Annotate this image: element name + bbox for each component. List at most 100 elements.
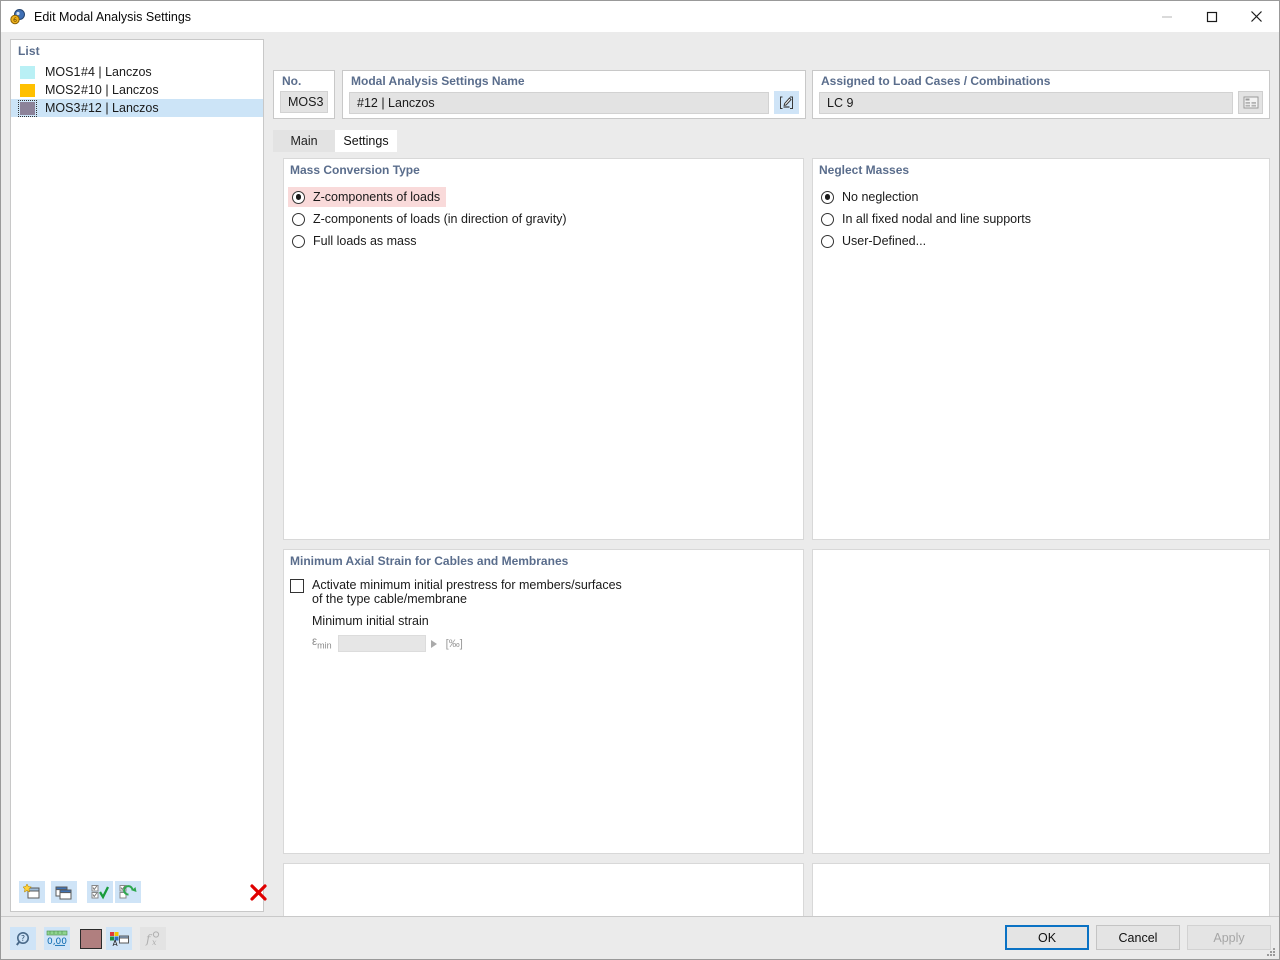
min-axial-strain-title: Minimum Axial Strain for Cables and Memb… (290, 554, 569, 568)
radio-icon (292, 234, 305, 248)
window-title: Edit Modal Analysis Settings (34, 9, 192, 24)
title-bar: 6 Edit Modal Analysis Settings (1, 1, 1279, 32)
svg-text:A: A (113, 939, 119, 947)
list-item-no: MOS1 (45, 65, 81, 79)
tab-strip: Main Settings (273, 130, 1270, 152)
tab-settings[interactable]: Settings (335, 130, 397, 152)
min-initial-strain-unit: [‰] (445, 637, 463, 650)
tab-main[interactable]: Main (273, 130, 335, 152)
empty-panel-right (812, 549, 1270, 854)
radio-z-components-of-loads[interactable]: Z-components of loads (288, 187, 447, 207)
mass-conversion-title: Mass Conversion Type (290, 163, 420, 177)
radio-icon (821, 212, 834, 226)
list-toolbar (11, 877, 267, 911)
name-input[interactable]: #12 | Lanczos (349, 91, 769, 114)
list-item-label: #4 | Lanczos (81, 65, 152, 79)
ok-button[interactable]: OK (1005, 925, 1089, 950)
list-item-selected[interactable]: MOS3 #12 | Lanczos (11, 99, 263, 117)
color-swatch (20, 65, 35, 79)
display-props-button[interactable]: A (106, 927, 132, 950)
assigned-loadcases-value: LC 9 (819, 91, 1233, 114)
decimal-places-button[interactable]: 0,00 (44, 927, 70, 950)
min-initial-strain-row: εmin [‰] (312, 635, 803, 652)
new-window-star-icon (23, 884, 40, 899)
svg-text:?: ? (21, 934, 25, 943)
expand-arrow-icon[interactable] (430, 639, 437, 648)
new-item-button[interactable] (19, 881, 45, 903)
maximize-button[interactable] (1189, 1, 1234, 32)
radio-icon (821, 234, 834, 248)
min-initial-strain-label: Minimum initial strain (312, 614, 429, 628)
list-item-no: MOS2 (45, 83, 81, 97)
radio-label: In all fixed nodal and line supports (842, 212, 1032, 226)
color-swatch-icon (80, 928, 102, 949)
name-label: Modal Analysis Settings Name (351, 74, 525, 88)
resize-grip[interactable] (1265, 946, 1275, 956)
activate-prestress-line2: of the type cable/membrane (312, 592, 467, 606)
radio-label: Z-components of loads (in direction of g… (313, 212, 567, 226)
dialog-window: 6 Edit Modal Analysis Settings List MOS1 (0, 0, 1280, 960)
delete-item-button[interactable] (245, 881, 271, 903)
name-edit-button[interactable] (774, 91, 799, 114)
list-rows: MOS1 #4 | Lanczos MOS2 #10 | Lanczos MOS… (11, 63, 263, 117)
mass-conversion-options: Z-components of loads Z-components of lo… (284, 187, 803, 251)
cancel-button[interactable]: Cancel (1096, 925, 1180, 950)
neglect-masses-options: No neglection In all fixed nodal and lin… (813, 187, 1269, 251)
radio-full-loads-as-mass[interactable]: Full loads as mass (288, 231, 423, 251)
assigned-loadcases-group: Assigned to Load Cases / Combinations LC… (812, 70, 1270, 119)
bottom-bar: ? 0,00 A f x OK Cancel Apply (1, 916, 1279, 959)
min-initial-strain-input[interactable] (337, 635, 426, 652)
color-swatch-button[interactable] (78, 927, 104, 950)
list-item-label: #12 | Lanczos (81, 101, 159, 115)
number-label: No. (282, 74, 302, 88)
close-button[interactable] (1234, 1, 1279, 32)
list-item[interactable]: MOS1 #4 | Lanczos (11, 63, 263, 81)
assigned-loadcases-select-button[interactable] (1238, 91, 1263, 114)
formula-button: f x (140, 927, 166, 950)
color-legend-icon: A (110, 931, 129, 947)
color-swatch (20, 83, 35, 97)
decimals-000-icon: 0,00 (46, 930, 68, 947)
checkbox-refresh-icon (119, 885, 137, 899)
list-item[interactable]: MOS2 #10 | Lanczos (11, 81, 263, 99)
formula-fx-icon: f x (145, 931, 160, 947)
name-group: Modal Analysis Settings Name #12 | Lancz… (342, 70, 806, 119)
epsilon-min-label: εmin (312, 636, 332, 651)
svg-text:x: x (152, 938, 157, 947)
copy-item-button[interactable] (51, 881, 77, 903)
assigned-loadcases-label: Assigned to Load Cases / Combinations (821, 74, 1051, 88)
radio-z-components-gravity[interactable]: Z-components of loads (in direction of g… (288, 209, 573, 229)
invert-selection-button[interactable] (115, 881, 141, 903)
checkbox-check-icon (91, 885, 109, 900)
copy-windows-icon (55, 886, 72, 900)
radio-fixed-nodal-line-supports[interactable]: In all fixed nodal and line supports (817, 209, 1037, 229)
radio-label: User-Defined... (842, 234, 927, 248)
magnifier-question-icon: ? (15, 931, 29, 946)
mass-conversion-panel: Mass Conversion Type Z-components of loa… (283, 158, 804, 540)
color-swatch (18, 99, 37, 117)
activate-prestress-checkbox-row[interactable]: Activate minimum initial prestress for m… (290, 578, 803, 606)
minimize-button[interactable] (1144, 1, 1189, 32)
radio-user-defined[interactable]: User-Defined... (817, 231, 932, 251)
radio-label: Full loads as mass (313, 234, 417, 248)
window-controls (1144, 1, 1279, 32)
help-search-button[interactable]: ? (10, 927, 36, 950)
number-group: No. MOS3 (273, 70, 335, 119)
neglect-masses-title: Neglect Masses (819, 163, 910, 177)
list-panel: List MOS1 #4 | Lanczos MOS2 #10 | Lanczo… (10, 39, 267, 912)
radio-icon (821, 190, 834, 204)
neglect-masses-panel: Neglect Masses No neglection In all fixe… (812, 158, 1270, 540)
min-axial-strain-panel: Minimum Axial Strain for Cables and Memb… (283, 549, 804, 854)
svg-text:6: 6 (13, 17, 17, 24)
list-header: List (18, 44, 40, 58)
number-field: MOS3 (280, 91, 328, 113)
radio-no-neglection[interactable]: No neglection (817, 187, 924, 207)
radio-icon (292, 190, 305, 204)
modal-analysis-icon: 6 (9, 8, 27, 26)
list-item-label: #10 | Lanczos (81, 83, 159, 97)
checkbox-icon[interactable] (290, 579, 304, 593)
select-all-button[interactable] (87, 881, 113, 903)
activate-prestress-line1: Activate minimum initial prestress for m… (312, 578, 622, 592)
dialog-body: List MOS1 #4 | Lanczos MOS2 #10 | Lanczo… (1, 32, 1279, 931)
activate-prestress-label: Activate minimum initial prestress for m… (312, 578, 622, 606)
